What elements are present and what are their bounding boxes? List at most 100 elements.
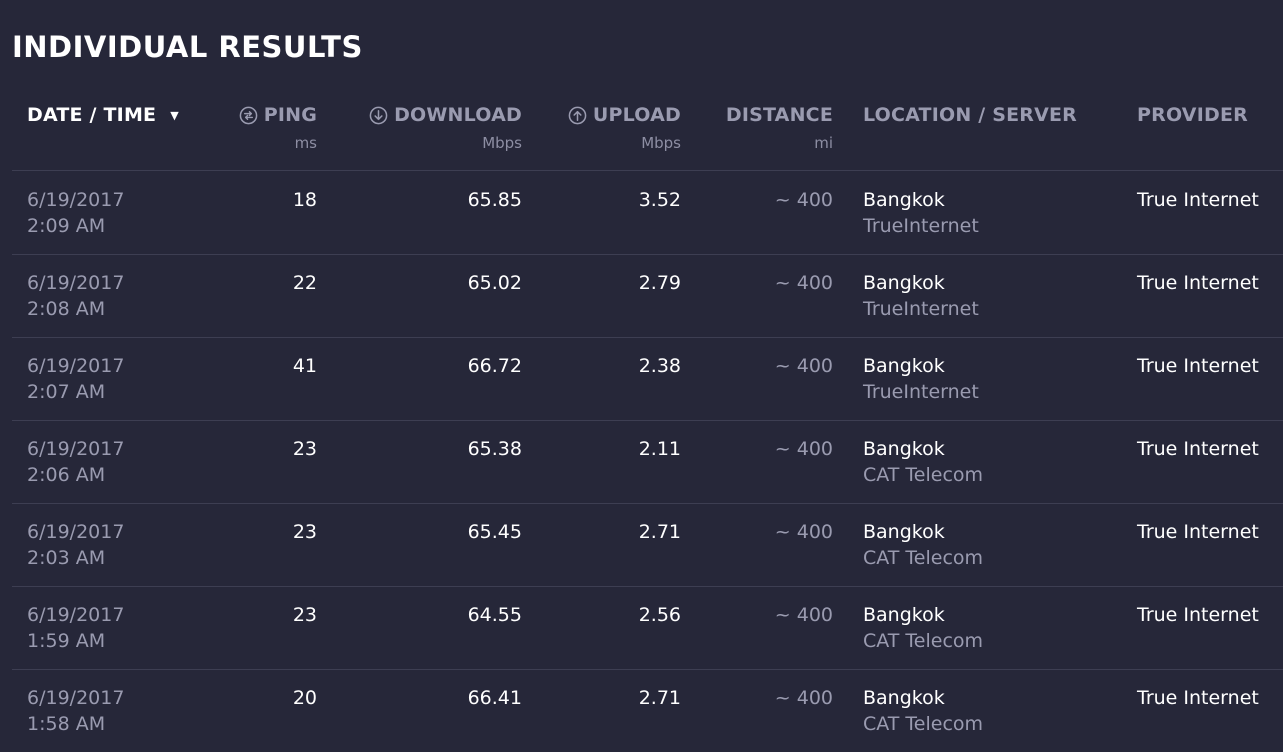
result-location-server: Bangkok CAT Telecom (863, 687, 1113, 735)
result-ping: 23 (292, 438, 317, 460)
result-ping: 23 (292, 521, 317, 543)
column-header-location[interactable]: LOCATION / SERVER (863, 104, 1077, 126)
result-location-server: Bangkok TrueInternet (863, 272, 1113, 320)
table-row[interactable]: 6/19/2017 2:06 AM 23 65.38 2.11 ~ 400 Ba… (12, 421, 1283, 504)
result-location-server: Bangkok CAT Telecom (863, 521, 1113, 569)
result-ping: 41 (292, 355, 317, 377)
result-location-server: Bangkok CAT Telecom (863, 438, 1113, 486)
result-download: 64.55 (467, 604, 522, 626)
column-unit-distance: mi (814, 134, 833, 152)
result-upload: 2.38 (638, 355, 681, 377)
download-arrow-icon (369, 106, 388, 124)
result-ping: 20 (292, 687, 317, 709)
result-server: TrueInternet (863, 215, 979, 237)
column-label-ping: PING (263, 104, 317, 126)
column-label-download: DOWNLOAD (394, 104, 522, 126)
result-date: 6/19/2017 (27, 272, 125, 294)
result-time: 2:09 AM (27, 215, 106, 237)
column-label-provider: PROVIDER (1137, 104, 1248, 126)
column-header-upload[interactable]: UPLOAD Mbps (552, 104, 681, 152)
result-download: 66.72 (467, 355, 522, 377)
result-time: 2:06 AM (27, 464, 106, 486)
sort-descending-icon: ▼ (170, 108, 179, 122)
result-location-server: Bangkok TrueInternet (863, 355, 1113, 403)
result-date: 6/19/2017 (27, 438, 125, 460)
result-provider: True Internet (1137, 521, 1259, 543)
result-upload: 3.52 (638, 189, 681, 211)
result-ping: 22 (292, 272, 317, 294)
result-location-server: Bangkok CAT Telecom (863, 604, 1113, 652)
result-upload: 2.71 (638, 687, 681, 709)
table-row[interactable]: 6/19/2017 1:58 AM 20 66.41 2.71 ~ 400 Ba… (12, 670, 1283, 752)
result-server: CAT Telecom (863, 713, 984, 735)
result-server: CAT Telecom (863, 630, 984, 652)
result-time: 1:59 AM (27, 630, 106, 652)
ping-icon (239, 106, 258, 124)
result-provider: True Internet (1137, 355, 1259, 377)
result-distance: ~ 400 (774, 521, 833, 543)
result-datetime: 6/19/2017 2:07 AM (27, 355, 207, 403)
column-header-date[interactable]: DATE / TIME ▼ (27, 104, 179, 126)
result-download: 65.45 (467, 521, 522, 543)
result-provider: True Internet (1137, 687, 1259, 709)
column-label-upload: UPLOAD (592, 104, 681, 126)
result-time: 2:08 AM (27, 298, 106, 320)
result-download: 66.41 (467, 687, 522, 709)
result-datetime: 6/19/2017 1:59 AM (27, 604, 207, 652)
result-download: 65.85 (467, 189, 522, 211)
result-date: 6/19/2017 (27, 604, 125, 626)
result-time: 1:58 AM (27, 713, 106, 735)
column-header-download[interactable]: DOWNLOAD Mbps (352, 104, 522, 152)
result-location: Bangkok (863, 272, 945, 294)
table-row[interactable]: 6/19/2017 1:59 AM 23 64.55 2.56 ~ 400 Ba… (12, 587, 1283, 670)
table-row[interactable]: 6/19/2017 2:09 AM 18 65.85 3.52 ~ 400 Ba… (12, 172, 1283, 255)
column-label-date: DATE / TIME (27, 104, 157, 126)
result-date: 6/19/2017 (27, 355, 125, 377)
result-ping: 23 (292, 604, 317, 626)
result-server: TrueInternet (863, 298, 979, 320)
result-server: TrueInternet (863, 381, 979, 403)
result-datetime: 6/19/2017 2:09 AM (27, 189, 207, 237)
column-header-provider[interactable]: PROVIDER (1137, 104, 1248, 126)
column-unit-download: Mbps (482, 134, 522, 152)
table-row[interactable]: 6/19/2017 2:03 AM 23 65.45 2.71 ~ 400 Ba… (12, 504, 1283, 587)
result-time: 2:03 AM (27, 547, 106, 569)
result-distance: ~ 400 (774, 687, 833, 709)
result-upload: 2.56 (638, 604, 681, 626)
result-date: 6/19/2017 (27, 521, 125, 543)
table-row[interactable]: 6/19/2017 2:07 AM 41 66.72 2.38 ~ 400 Ba… (12, 338, 1283, 421)
table-row[interactable]: 6/19/2017 2:08 AM 22 65.02 2.79 ~ 400 Ba… (12, 255, 1283, 338)
result-location: Bangkok (863, 438, 945, 460)
result-date: 6/19/2017 (27, 189, 125, 211)
result-server: CAT Telecom (863, 547, 984, 569)
result-date: 6/19/2017 (27, 687, 125, 709)
result-download: 65.02 (467, 272, 522, 294)
result-distance: ~ 400 (774, 189, 833, 211)
result-location: Bangkok (863, 687, 945, 709)
result-datetime: 6/19/2017 2:06 AM (27, 438, 207, 486)
page-title: INDIVIDUAL RESULTS (12, 30, 363, 64)
result-location: Bangkok (863, 604, 945, 626)
result-upload: 2.79 (638, 272, 681, 294)
column-header-distance[interactable]: DISTANCE mi (712, 104, 833, 152)
column-label-distance: DISTANCE (725, 104, 833, 126)
result-location: Bangkok (863, 189, 945, 211)
result-ping: 18 (292, 189, 317, 211)
result-provider: True Internet (1137, 189, 1259, 211)
column-unit-ping: ms (294, 134, 317, 152)
result-upload: 2.71 (638, 521, 681, 543)
result-datetime: 6/19/2017 1:58 AM (27, 687, 207, 735)
result-time: 2:07 AM (27, 381, 106, 403)
upload-arrow-icon (568, 106, 587, 124)
result-distance: ~ 400 (774, 604, 833, 626)
result-distance: ~ 400 (774, 438, 833, 460)
result-location-server: Bangkok TrueInternet (863, 189, 1113, 237)
result-distance: ~ 400 (774, 355, 833, 377)
result-download: 65.38 (467, 438, 522, 460)
column-header-ping[interactable]: PING ms (212, 104, 317, 152)
result-distance: ~ 400 (774, 272, 833, 294)
result-server: CAT Telecom (863, 464, 984, 486)
column-label-location: LOCATION / SERVER (863, 104, 1078, 126)
column-unit-upload: Mbps (641, 134, 681, 152)
results-table-body: 6/19/2017 2:09 AM 18 65.85 3.52 ~ 400 Ba… (12, 172, 1283, 752)
